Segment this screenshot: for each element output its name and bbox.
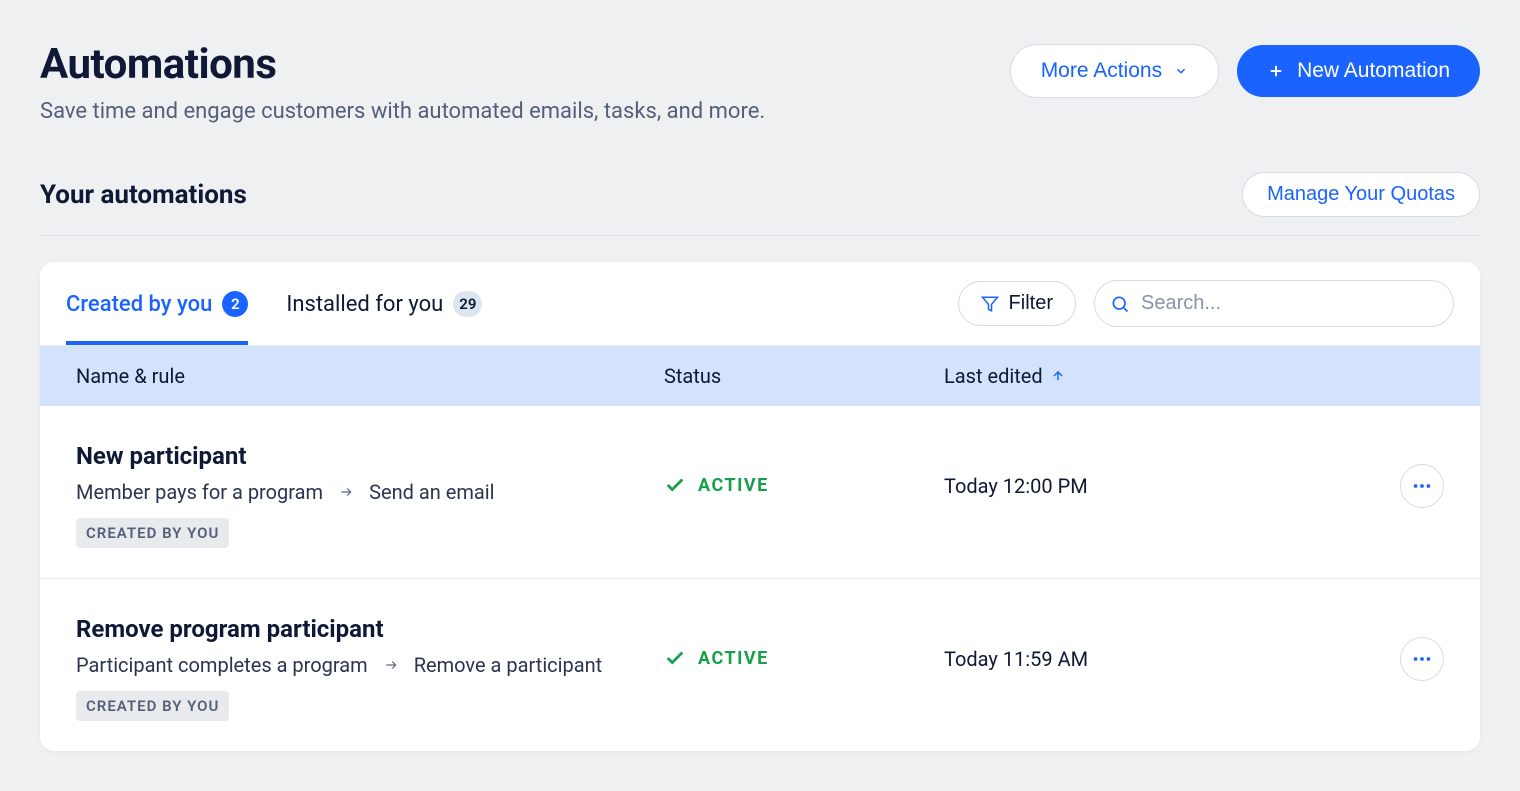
- rule-trigger: Participant completes a program: [76, 653, 368, 677]
- more-horizontal-icon: [1411, 648, 1433, 670]
- your-automations-title: Your automations: [40, 180, 247, 210]
- new-automation-label: New Automation: [1297, 59, 1450, 83]
- row-rule: Member pays for a program Send an email: [76, 480, 664, 504]
- row-name: Remove program participant: [76, 615, 664, 643]
- rule-action: Remove a participant: [414, 653, 603, 677]
- rule-trigger: Member pays for a program: [76, 480, 323, 504]
- tab-installed-label: Installed for you: [286, 292, 443, 317]
- new-automation-button[interactable]: New Automation: [1237, 45, 1480, 97]
- last-edited: Today 12:00 PM: [944, 474, 1364, 498]
- row-rule: Participant completes a program Remove a…: [76, 653, 664, 677]
- arrow-right-icon: [382, 658, 400, 672]
- last-edited: Today 11:59 AM: [944, 647, 1364, 671]
- tab-created-count: 2: [222, 291, 248, 317]
- search-icon: [1110, 294, 1130, 314]
- column-status[interactable]: Status: [664, 364, 944, 388]
- search-input[interactable]: [1094, 280, 1454, 327]
- table-header: Name & rule Status Last edited: [40, 346, 1480, 406]
- filter-label: Filter: [1009, 292, 1053, 315]
- automations-card: Created by you 2 Installed for you 29 Fi…: [40, 262, 1480, 751]
- row-tag: CREATED BY YOU: [76, 691, 229, 721]
- tab-installed-for-you[interactable]: Installed for you 29: [286, 263, 482, 345]
- filter-icon: [981, 295, 999, 313]
- tab-installed-count: 29: [453, 291, 482, 317]
- column-name[interactable]: Name & rule: [76, 364, 664, 388]
- status-text: ACTIVE: [698, 475, 769, 496]
- more-horizontal-icon: [1411, 475, 1433, 497]
- plus-icon: [1267, 62, 1285, 80]
- row-more-button[interactable]: [1400, 637, 1444, 681]
- chevron-down-icon: [1174, 64, 1188, 78]
- page-title: Automations: [40, 40, 765, 89]
- check-icon: [664, 474, 686, 496]
- column-last-edited-label: Last edited: [944, 364, 1043, 388]
- table-row[interactable]: New participant Member pays for a progra…: [40, 406, 1480, 579]
- more-actions-button[interactable]: More Actions: [1010, 44, 1219, 98]
- tab-created-label: Created by you: [66, 292, 212, 317]
- check-icon: [664, 647, 686, 669]
- status-text: ACTIVE: [698, 648, 769, 669]
- arrow-right-icon: [337, 485, 355, 499]
- row-tag: CREATED BY YOU: [76, 518, 229, 548]
- table-row[interactable]: Remove program participant Participant c…: [40, 579, 1480, 751]
- column-last-edited[interactable]: Last edited: [944, 364, 1364, 388]
- tab-created-by-you[interactable]: Created by you 2: [66, 263, 248, 345]
- rule-action: Send an email: [369, 480, 494, 504]
- sort-asc-icon: [1051, 369, 1065, 383]
- manage-quotas-button[interactable]: Manage Your Quotas: [1242, 172, 1480, 217]
- filter-button[interactable]: Filter: [958, 281, 1076, 326]
- row-name: New participant: [76, 442, 664, 470]
- row-more-button[interactable]: [1400, 464, 1444, 508]
- more-actions-label: More Actions: [1041, 59, 1162, 83]
- page-subtitle: Save time and engage customers with auto…: [40, 99, 765, 124]
